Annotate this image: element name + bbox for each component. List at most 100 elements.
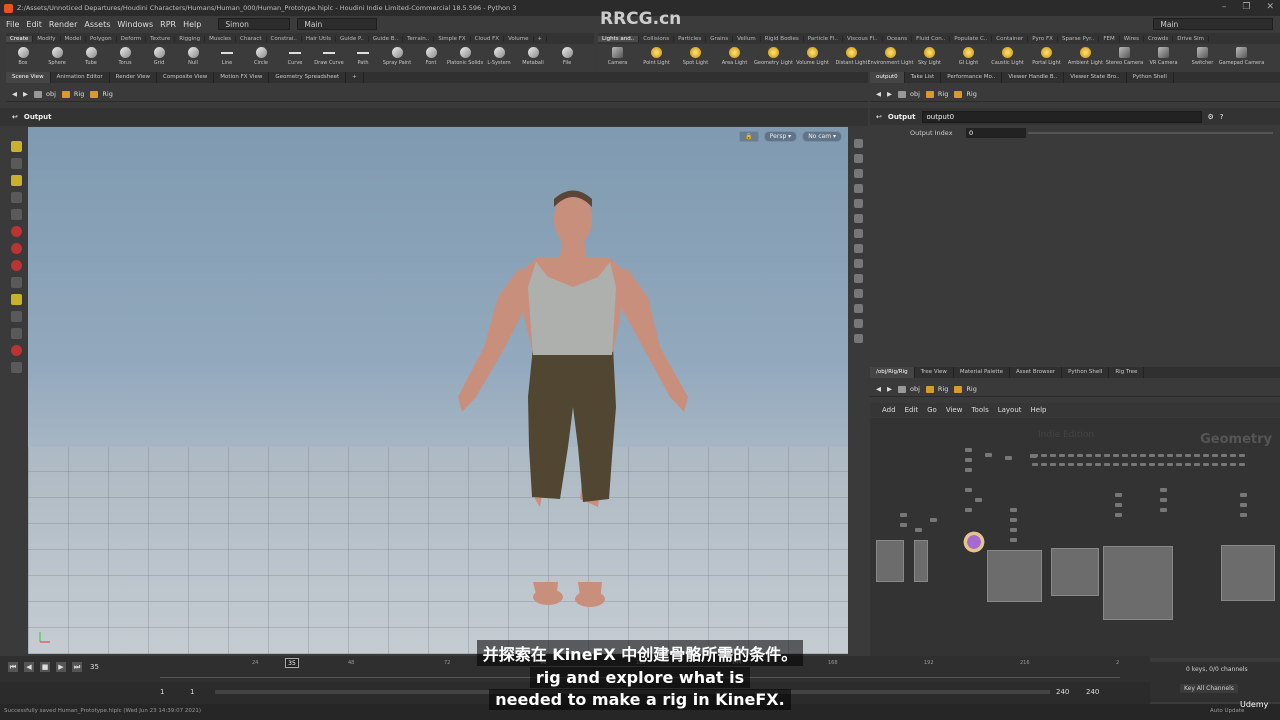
path-rig[interactable]: Rig <box>925 90 948 98</box>
network-node[interactable] <box>900 523 907 527</box>
brush-icon[interactable] <box>10 328 22 339</box>
magnet-icon[interactable] <box>10 311 22 322</box>
shelf-tab-rigging[interactable]: Rigging <box>175 35 206 42</box>
pane-tab-take-list[interactable]: Take List <box>905 72 942 83</box>
network-node[interactable] <box>930 518 937 522</box>
display-options-icon[interactable] <box>853 139 863 148</box>
lock-camera-icon[interactable] <box>853 169 863 178</box>
path-obj[interactable]: obj <box>898 385 920 393</box>
pane-tab-rig-tree[interactable]: Rig Tree <box>1109 367 1145 378</box>
3d-viewport[interactable]: 🔒 Persp ▾ No cam ▾ <box>28 127 848 654</box>
view-tool-icon[interactable] <box>10 277 22 288</box>
tool-spot-light[interactable]: Spot Light <box>676 44 715 72</box>
network-node[interactable] <box>1176 463 1182 466</box>
snap-icon[interactable] <box>10 226 22 237</box>
tool-geometry-light[interactable]: Geometry Light <box>754 44 793 72</box>
shelf-tab-particle-fl[interactable]: Particle Fl.. <box>804 35 843 42</box>
network-node[interactable] <box>1160 508 1167 512</box>
smooth-shaded-icon[interactable] <box>853 199 863 208</box>
shelf-tab-rigid-bodies[interactable]: Rigid Bodies <box>761 35 804 42</box>
network-box[interactable] <box>987 550 1042 602</box>
network-node[interactable] <box>1115 513 1122 517</box>
network-node[interactable] <box>1160 498 1167 502</box>
shelf-tab-deform[interactable]: Deform <box>117 35 147 42</box>
forward-arrow-icon[interactable]: ▶ <box>887 385 892 393</box>
network-node[interactable] <box>1240 513 1247 517</box>
network-node[interactable] <box>1158 454 1164 457</box>
shading-icon[interactable] <box>853 154 863 163</box>
network-node[interactable] <box>1068 463 1074 466</box>
tool-sphere[interactable]: Sphere <box>40 44 74 72</box>
bone-display-icon[interactable] <box>853 319 863 328</box>
shelf-tab-collisions[interactable]: Collisions <box>639 35 675 42</box>
network-node[interactable] <box>1010 538 1017 542</box>
shelf-tab-viscous-fl[interactable]: Viscous Fl.. <box>843 35 883 42</box>
network-node[interactable] <box>1212 463 1218 466</box>
handle-icon[interactable] <box>10 243 22 254</box>
background-icon[interactable] <box>853 289 863 298</box>
tool-null[interactable]: Null <box>176 44 210 72</box>
forward-arrow-icon[interactable]: ▶ <box>887 90 892 98</box>
rotate-tool-icon[interactable] <box>10 175 22 186</box>
network-node[interactable] <box>1221 454 1227 457</box>
network-menu-layout[interactable]: Layout <box>998 406 1022 414</box>
network-node[interactable] <box>1203 463 1209 466</box>
network-node[interactable] <box>1176 454 1182 457</box>
shelf-tab-polygon[interactable]: Polygon <box>86 35 117 42</box>
back-arrow-icon[interactable]: ◀ <box>876 385 881 393</box>
pane-tab-motion-fx-view[interactable]: Motion FX View <box>214 72 270 83</box>
network-node[interactable] <box>1194 463 1200 466</box>
shelf-tab-sparse-pyr[interactable]: Sparse Pyr.. <box>1058 35 1100 42</box>
tool-draw-curve[interactable]: Draw Curve <box>312 44 346 72</box>
shelf-tab-muscles[interactable]: Muscles <box>205 35 236 42</box>
network-node[interactable] <box>1010 518 1017 522</box>
tool-platonic-solids[interactable]: Platonic Solids <box>447 44 483 72</box>
network-node[interactable] <box>1050 463 1056 466</box>
network-node[interactable] <box>1005 456 1012 460</box>
network-menu-help[interactable]: Help <box>1031 406 1047 414</box>
shelf-tab-grains[interactable]: Grains <box>706 35 734 42</box>
guide-icon[interactable] <box>853 304 863 313</box>
maximize-button[interactable]: ❐ <box>1242 2 1250 12</box>
shelf-tab-charact[interactable]: Charact <box>236 35 267 42</box>
selected-node-ring[interactable] <box>962 530 986 554</box>
shelf-tab-oceans[interactable]: Oceans <box>883 35 913 42</box>
network-node[interactable] <box>1185 463 1191 466</box>
network-node[interactable] <box>1203 454 1209 457</box>
path-rig-child[interactable]: Rig <box>954 385 977 393</box>
tool-caustic-light[interactable]: Caustic Light <box>988 44 1027 72</box>
network-node[interactable] <box>1158 463 1164 466</box>
shelf-tab-lights-and[interactable]: Lights and.. <box>598 35 640 42</box>
tool-spray-paint[interactable]: Spray Paint <box>380 44 414 72</box>
shelf-tab-constrai[interactable]: Constrai.. <box>267 35 302 42</box>
pane-tab-scene-view[interactable]: Scene View <box>6 72 51 83</box>
shelf-tab-item[interactable]: + <box>534 35 548 42</box>
points-icon[interactable] <box>853 244 863 253</box>
network-editor[interactable]: Geometry Indie Edition <box>870 418 1280 658</box>
output-index-field[interactable]: 0 <box>966 128 1026 138</box>
tool-volume-light[interactable]: Volume Light <box>793 44 832 72</box>
network-node[interactable] <box>1167 463 1173 466</box>
network-node[interactable] <box>1239 454 1245 457</box>
network-node[interactable] <box>1077 454 1083 457</box>
tool-gamepad-camera[interactable]: Gamepad Camera <box>1219 44 1264 72</box>
network-menu-edit[interactable]: Edit <box>905 406 919 414</box>
network-node[interactable] <box>1095 454 1101 457</box>
shelf-tab-particles[interactable]: Particles <box>674 35 707 42</box>
network-node[interactable] <box>1104 454 1110 457</box>
help-icon[interactable]: ? <box>1220 113 1224 121</box>
network-node[interactable] <box>1230 463 1236 466</box>
shelf-tab-guide-b[interactable]: Guide B.. <box>369 35 404 42</box>
network-box[interactable] <box>1051 548 1099 596</box>
shelf-tab-wires[interactable]: Wires <box>1120 35 1145 42</box>
tool-torus[interactable]: Torus <box>108 44 142 72</box>
shelf-tab-crowds[interactable]: Crowds <box>1144 35 1174 42</box>
tool-switcher[interactable]: Switcher <box>1183 44 1222 72</box>
network-box[interactable] <box>1103 546 1173 620</box>
shelf-tab-vellum[interactable]: Vellum <box>733 35 761 42</box>
shelf-tab-guide-p[interactable]: Guide P.. <box>336 35 369 42</box>
forward-arrow-icon[interactable]: ▶ <box>23 90 28 98</box>
network-node[interactable] <box>985 453 992 457</box>
tool-curve[interactable]: Curve <box>278 44 312 72</box>
network-node[interactable] <box>975 498 982 502</box>
